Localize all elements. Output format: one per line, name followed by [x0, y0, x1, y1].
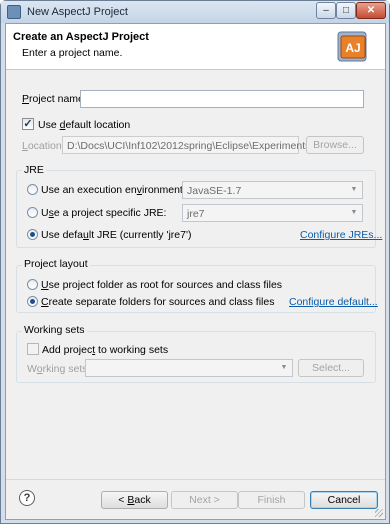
working-sets-label: Working sets:: [27, 363, 91, 375]
specific-jre-value: jre7: [187, 208, 205, 220]
execution-environment-combo[interactable]: JavaSE-1.7 ▼: [182, 181, 363, 199]
select-working-sets-button[interactable]: Select...: [298, 359, 364, 377]
wizard-header: Create an AspectJ Project Enter a projec…: [6, 24, 385, 70]
dialog-window: New AspectJ Project – □ ✕ Create an Aspe…: [0, 0, 390, 524]
browse-button[interactable]: Browse...: [306, 136, 364, 154]
cancel-button[interactable]: Cancel: [310, 491, 378, 509]
working-sets-combo[interactable]: ▼: [85, 359, 293, 377]
project-name-input[interactable]: [80, 90, 364, 108]
window-title: New AspectJ Project: [27, 6, 128, 18]
execution-environment-value: JavaSE-1.7: [187, 185, 242, 197]
default-jre-label[interactable]: Use default JRE (currently 'jre7'): [41, 229, 192, 241]
specific-jre-radio[interactable]: [27, 207, 38, 218]
finish-button[interactable]: Finish: [238, 491, 305, 509]
configure-default-link[interactable]: Configure default...: [289, 296, 378, 308]
separate-folders-radio[interactable]: [27, 296, 38, 307]
eclipse-app-icon: [7, 5, 21, 19]
location-input[interactable]: D:\Docs\UCI\Inf102\2012spring\Eclipse\Ex…: [62, 136, 310, 154]
working-sets-group-title: Working sets: [22, 324, 87, 336]
minimize-button[interactable]: –: [316, 2, 336, 19]
specific-jre-combo[interactable]: jre7 ▼: [182, 204, 363, 222]
chevron-down-icon: ▼: [350, 209, 358, 216]
project-layout-group-title: Project layout: [22, 258, 90, 270]
dialog-body: Create an AspectJ Project Enter a projec…: [5, 23, 386, 520]
use-default-location-label[interactable]: Use default location: [38, 119, 130, 131]
footer-separator: [6, 479, 385, 480]
configure-jres-link[interactable]: Configure JREs...: [300, 229, 382, 241]
project-root-radio[interactable]: [27, 279, 38, 290]
add-to-working-sets-label[interactable]: Add project to working sets: [42, 344, 168, 356]
maximize-button[interactable]: □: [336, 2, 356, 19]
next-button[interactable]: Next >: [171, 491, 238, 509]
location-path: D:\Docs\UCI\Inf102\2012spring\Eclipse\Ex…: [67, 140, 311, 152]
title-bar[interactable]: New AspectJ Project – □ ✕: [1, 1, 389, 23]
separate-folders-label[interactable]: Create separate folders for sources and …: [41, 296, 274, 308]
back-button[interactable]: < Back: [101, 491, 168, 509]
chevron-down-icon: ▼: [280, 364, 288, 371]
help-icon[interactable]: ?: [19, 490, 35, 506]
specific-jre-label[interactable]: Use a project specific JRE:: [41, 207, 166, 219]
close-button[interactable]: ✕: [356, 2, 386, 19]
jre-group-title: JRE: [22, 164, 46, 176]
resize-grip-icon[interactable]: [375, 509, 383, 517]
project-root-label[interactable]: Use project folder as root for sources a…: [41, 279, 282, 291]
project-name-label: Project name:: [22, 93, 87, 105]
page-subtitle: Enter a project name.: [22, 47, 123, 59]
aspectj-logo-icon: AJ: [337, 31, 367, 62]
page-title: Create an AspectJ Project: [13, 31, 149, 43]
execution-environment-radio[interactable]: [27, 184, 38, 195]
use-default-location-checkbox[interactable]: ✓: [22, 118, 34, 130]
location-label: Location:: [22, 140, 65, 152]
default-jre-radio[interactable]: [27, 229, 38, 240]
chevron-down-icon: ▼: [350, 186, 358, 193]
add-to-working-sets-checkbox[interactable]: [27, 343, 39, 355]
logo-text: AJ: [345, 41, 360, 55]
